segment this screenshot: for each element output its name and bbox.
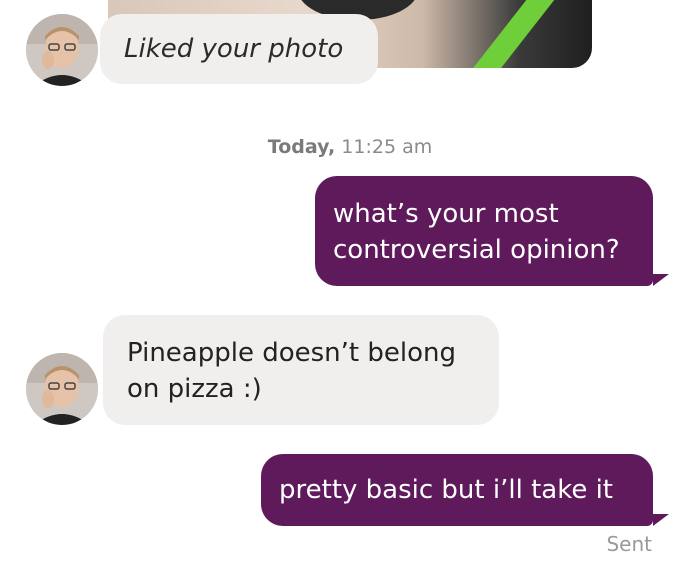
- timestamp-time: 11:25 am: [335, 136, 433, 158]
- match-avatar[interactable]: [26, 14, 98, 86]
- chat-screen: Liked your photo Today, 11:25 am what’s …: [0, 0, 700, 566]
- message-line: what’s your most: [333, 199, 559, 229]
- message-line: Pineapple doesn’t belong: [127, 338, 456, 368]
- sent-message-bubble[interactable]: what’s your most controversial opinion?: [315, 176, 653, 286]
- message-line: controversial opinion?: [333, 235, 620, 265]
- liked-photo-bubble: Liked your photo: [100, 14, 378, 84]
- liked-photo-text: Liked your photo: [124, 34, 344, 64]
- sent-message-bubble[interactable]: pretty basic but i’ll take it: [261, 454, 653, 526]
- avatar-icon: [26, 14, 98, 86]
- sent-status-label: Sent: [606, 532, 652, 556]
- timestamp-day: Today,: [267, 136, 336, 158]
- match-avatar[interactable]: [26, 353, 98, 425]
- message-timestamp: Today, 11:25 am: [0, 136, 700, 158]
- message-line: pretty basic but i’ll take it: [279, 475, 614, 505]
- avatar-icon: [26, 353, 98, 425]
- bubble-tail: [653, 514, 669, 526]
- photo-green-stripe: [457, 0, 561, 68]
- bubble-tail: [653, 274, 669, 286]
- message-line: on pizza :): [127, 374, 262, 404]
- received-message-bubble[interactable]: Pineapple doesn’t belong on pizza :): [103, 315, 499, 425]
